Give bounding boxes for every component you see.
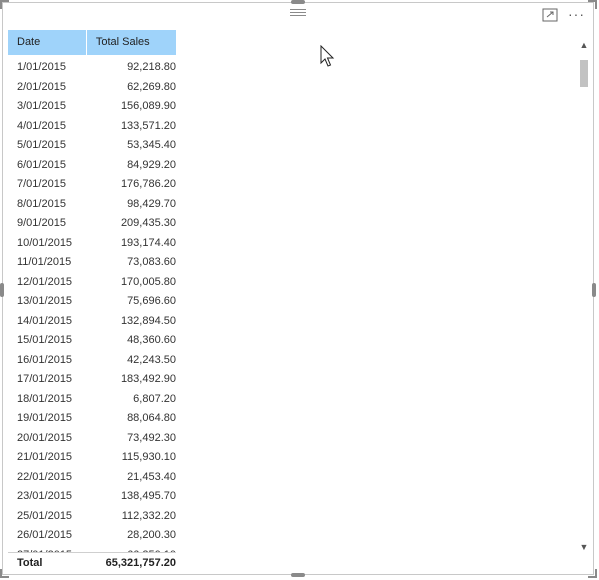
cell-total-sales: 92,218.80 xyxy=(127,61,176,73)
table-row[interactable]: 17/01/2015 183,492.90 xyxy=(8,370,176,390)
cell-date: 15/01/2015 xyxy=(17,334,73,346)
column-header-date[interactable]: Date xyxy=(8,30,87,55)
cell-total-sales: 53,345.40 xyxy=(127,139,176,151)
cell-date: 25/01/2015 xyxy=(17,509,73,522)
cell-total-sales: 88,064.80 xyxy=(127,412,176,424)
cell-total-sales: 112,332.20 xyxy=(121,509,176,522)
table-row[interactable]: 6/01/2015 84,929.20 xyxy=(8,156,176,176)
resize-handle-top-right[interactable] xyxy=(588,0,597,9)
scroll-down-icon[interactable]: ▼ xyxy=(579,542,589,552)
cell-date: 5/01/2015 xyxy=(17,139,66,151)
cell-date: 10/01/2015 xyxy=(17,236,73,249)
cell-date: 9/01/2015 xyxy=(17,217,66,229)
resize-handle-left[interactable] xyxy=(0,283,4,297)
cell-date: 26/01/2015 xyxy=(17,529,73,541)
resize-handle-top[interactable] xyxy=(291,0,305,4)
table-row[interactable]: 22/01/2015 21,453.40 xyxy=(8,468,176,488)
table-row[interactable]: 19/01/2015 88,064.80 xyxy=(8,409,176,429)
cell-total-sales: 132,894.50 xyxy=(120,314,176,327)
cell-total-sales: 6,807.20 xyxy=(133,392,176,405)
cell-total-sales: 115,930.10 xyxy=(121,451,176,463)
total-label: Total xyxy=(17,557,43,569)
cell-date: 17/01/2015 xyxy=(17,373,73,385)
cell-date: 14/01/2015 xyxy=(17,314,73,327)
cell-date: 13/01/2015 xyxy=(17,295,73,307)
cell-total-sales: 133,571.20 xyxy=(120,119,176,132)
cell-date: 1/01/2015 xyxy=(17,61,66,73)
drag-handle-icon[interactable] xyxy=(290,9,306,17)
table-row[interactable]: 9/01/2015 209,435.30 xyxy=(8,214,176,234)
table-row[interactable]: 4/01/2015 133,571.20 xyxy=(8,117,176,137)
cell-date: 21/01/2015 xyxy=(17,451,73,463)
table-row[interactable]: 21/01/2015 115,930.10 xyxy=(8,448,176,468)
cell-date: 12/01/2015 xyxy=(17,275,73,288)
table-row[interactable]: 8/01/2015 98,429.70 xyxy=(8,195,176,215)
cell-total-sales: 62,269.80 xyxy=(127,80,176,93)
table-row[interactable]: 13/01/2015 75,696.60 xyxy=(8,292,176,312)
cell-total-sales: 73,492.30 xyxy=(127,431,176,444)
cell-date: 19/01/2015 xyxy=(17,412,73,424)
cell-date: 2/01/2015 xyxy=(17,80,66,93)
cell-total-sales: 138,495.70 xyxy=(120,490,176,502)
cell-total-sales: 48,360.60 xyxy=(127,334,176,346)
table-row[interactable]: 25/01/2015 112,332.20 xyxy=(8,507,176,527)
cell-total-sales: 98,429.70 xyxy=(127,197,176,210)
cell-date: 11/01/2015 xyxy=(17,256,72,268)
table-row[interactable]: 7/01/2015 176,786.20 xyxy=(8,175,176,195)
cell-total-sales: 209,435.30 xyxy=(120,217,176,229)
total-row: Total 65,321,757.20 xyxy=(8,552,176,574)
table-row[interactable]: 5/01/2015 53,345.40 xyxy=(8,136,176,156)
cell-date: 8/01/2015 xyxy=(17,197,66,210)
table-row[interactable]: 20/01/2015 73,492.30 xyxy=(8,429,176,449)
cell-date: 23/01/2015 xyxy=(17,490,73,502)
table-row[interactable]: 2/01/2015 62,269.80 xyxy=(8,78,176,98)
resize-handle-bottom[interactable] xyxy=(291,573,305,577)
cell-date: 7/01/2015 xyxy=(17,178,66,190)
scroll-up-icon[interactable]: ▲ xyxy=(579,40,589,50)
cell-date: 18/01/2015 xyxy=(17,392,73,405)
focus-mode-icon[interactable] xyxy=(542,8,558,22)
cell-date: 22/01/2015 xyxy=(17,470,73,483)
resize-handle-right[interactable] xyxy=(592,283,596,297)
table-row[interactable]: 1/01/2015 92,218.80 xyxy=(8,58,176,78)
cell-total-sales: 84,929.20 xyxy=(127,158,176,171)
table-row[interactable]: 14/01/2015 132,894.50 xyxy=(8,312,176,332)
scroll-thumb[interactable] xyxy=(580,60,588,87)
data-table: Date Total Sales 1/01/2015 92,218.80 2/01/… xyxy=(8,30,176,553)
column-header-total-sales[interactable]: Total Sales xyxy=(87,30,176,55)
cell-total-sales: 193,174.40 xyxy=(120,236,176,249)
resize-handle-top-left[interactable] xyxy=(0,0,9,9)
table-row[interactable]: 18/01/2015 6,807.20 xyxy=(8,390,176,410)
table-row[interactable]: 26/01/2015 28,200.30 xyxy=(8,526,176,546)
table-header: Date Total Sales xyxy=(8,30,176,55)
mouse-cursor-icon xyxy=(320,44,336,69)
cell-total-sales: 156,089.90 xyxy=(120,100,176,112)
table-row[interactable]: 11/01/2015 73,083.60 xyxy=(8,253,176,273)
total-value: 65,321,757.20 xyxy=(105,557,176,569)
table-body: 1/01/2015 92,218.80 2/01/2015 62,269.80 3/01… xyxy=(8,58,176,553)
table-row[interactable]: 16/01/2015 42,243.50 xyxy=(8,351,176,371)
cell-date: 16/01/2015 xyxy=(17,353,73,366)
resize-handle-bottom-right[interactable] xyxy=(588,569,597,578)
cell-date: 6/01/2015 xyxy=(17,158,66,171)
cell-total-sales: 42,243.50 xyxy=(127,353,176,366)
cell-date: 4/01/2015 xyxy=(17,119,66,132)
cell-total-sales: 170,005.80 xyxy=(120,275,176,288)
cell-total-sales: 176,786.20 xyxy=(120,178,176,190)
table-row[interactable]: 23/01/2015 138,495.70 xyxy=(8,487,176,507)
cell-date: 20/01/2015 xyxy=(17,431,73,444)
cell-total-sales: 28,200.30 xyxy=(127,529,176,541)
cell-total-sales: 183,492.90 xyxy=(120,373,176,385)
cell-total-sales: 75,696.60 xyxy=(127,295,176,307)
table-row[interactable]: 3/01/2015 156,089.90 xyxy=(8,97,176,117)
cell-total-sales: 21,453.40 xyxy=(127,470,176,483)
cell-date: 3/01/2015 xyxy=(17,100,66,112)
cell-total-sales: 73,083.60 xyxy=(127,256,176,268)
table-row[interactable]: 12/01/2015 170,005.80 xyxy=(8,273,176,293)
table-row[interactable]: 15/01/2015 48,360.60 xyxy=(8,331,176,351)
vertical-scrollbar[interactable]: ▲ ▼ xyxy=(578,40,590,552)
more-options-icon[interactable]: ··· xyxy=(568,7,588,22)
table-row[interactable]: 10/01/2015 193,174.40 xyxy=(8,234,176,254)
